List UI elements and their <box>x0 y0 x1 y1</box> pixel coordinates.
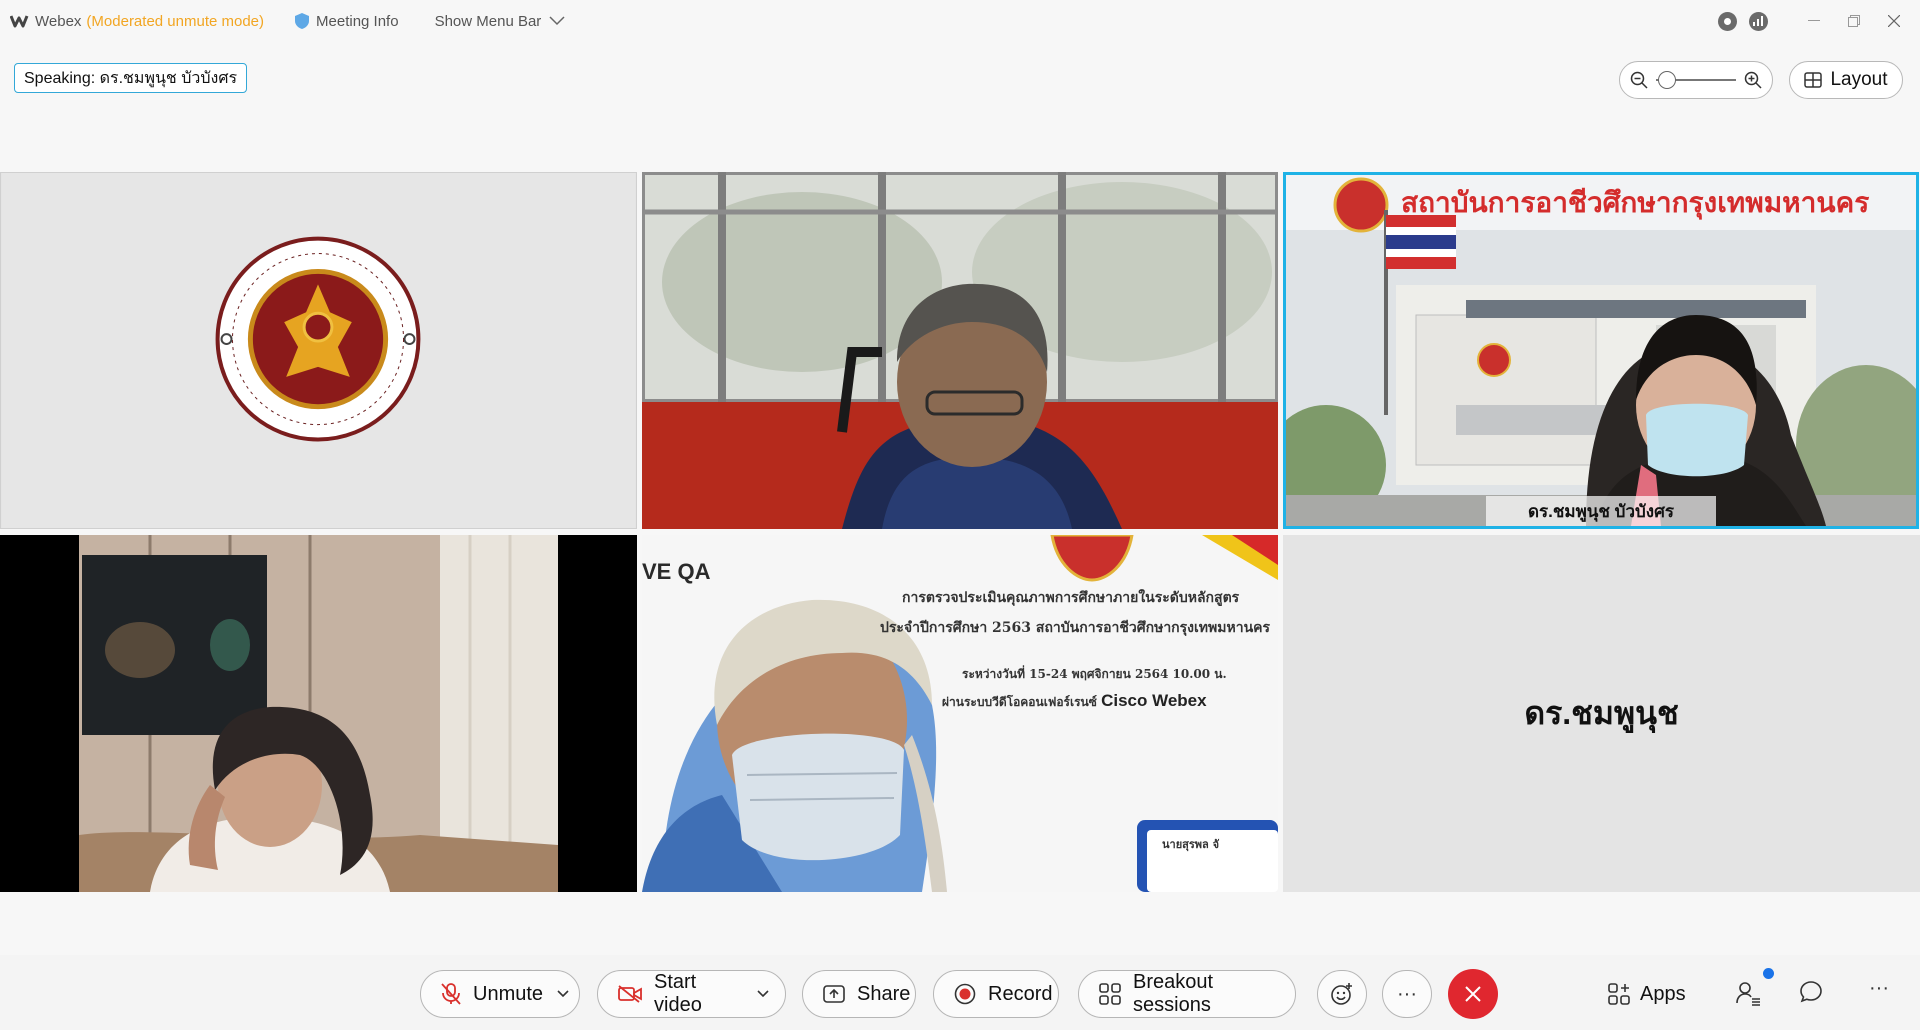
window-controls <box>1718 0 1920 42</box>
breakout-label: Breakout sessions <box>1133 971 1214 1016</box>
microphone-muted-icon <box>441 983 461 1005</box>
layout-label: Layout <box>1830 69 1888 90</box>
chevron-down-icon[interactable] <box>557 990 569 998</box>
participant-video-feed <box>0 535 637 892</box>
presentation-brand: Cisco Webex <box>1101 691 1207 710</box>
apps-label: Apps <box>1640 982 1686 1005</box>
more-options-label: ··· <box>1397 982 1417 1005</box>
presentation-line-1: การตรวจประเมินคุณภาพการศึกษาภายในระดับหล… <box>902 590 1240 606</box>
video-tile-participant-2[interactable] <box>642 172 1278 529</box>
chat-icon <box>1800 981 1822 1003</box>
layout-grid-icon <box>1804 72 1823 88</box>
leave-meeting-button[interactable] <box>1448 969 1498 1019</box>
unmute-label: Unmute <box>473 982 544 1005</box>
apps-button[interactable]: Apps <box>1608 970 1686 1018</box>
network-signal-icon[interactable] <box>1749 11 1768 31</box>
video-tile-participant-6[interactable]: ดร.ชมพูนุช <box>1283 535 1920 892</box>
zoom-out-icon[interactable] <box>1630 71 1648 89</box>
record-icon <box>954 983 976 1005</box>
start-video-label: Start video <box>654 971 702 1016</box>
meeting-info-label: Meeting Info <box>316 12 399 30</box>
app-name: Webex <box>35 12 82 30</box>
zoom-slider[interactable] <box>1656 71 1736 89</box>
video-tile-active-speaker[interactable]: สถาบันการอาชีวศึกษากรุงเทพมหานคร ดร.ชมพู… <box>1283 172 1919 529</box>
participant-video-feed <box>642 172 1278 529</box>
more-options-button[interactable]: ··· <box>1382 970 1432 1018</box>
presentation-line-2: ประจำปีการศึกษา 2563 สถาบันการอาชีวศึกษา… <box>880 620 1271 636</box>
institution-seal-image <box>1 173 636 528</box>
minimize-icon[interactable] <box>1794 6 1834 36</box>
participant-video-feed <box>1286 175 1916 526</box>
close-icon <box>1465 986 1481 1002</box>
chat-button[interactable] <box>1799 980 1823 1004</box>
presentation-line-4: ผ่านระบบวีดีโอคอนเฟอร์เรนซ์ Cisco Webex <box>942 691 1207 712</box>
share-label: Share <box>857 982 911 1005</box>
record-status-icon[interactable] <box>1718 11 1737 31</box>
participants-button[interactable] <box>1735 980 1761 1006</box>
presentation-qa-logo: VE QA <box>642 559 711 584</box>
shield-icon <box>295 13 310 29</box>
breakout-grid-icon <box>1099 983 1121 1005</box>
participants-icon <box>1736 982 1760 1006</box>
video-tile-participant-4[interactable] <box>0 535 637 892</box>
banner-title: สถาบันการอาชีวศึกษากรุงเทพมหานคร <box>1401 187 1870 218</box>
unmute-button[interactable]: Unmute <box>420 970 580 1018</box>
layout-button[interactable]: Layout <box>1789 61 1903 99</box>
record-button[interactable]: Record <box>933 970 1059 1018</box>
video-off-icon <box>618 985 642 1003</box>
chevron-down-icon[interactable] <box>757 990 769 998</box>
participant-name-placeholder: ดร.ชมพูนุช <box>1524 695 1679 731</box>
meeting-controls-bar: Unmute Start video Share Record Breakout… <box>0 955 1920 1030</box>
video-tile-seal[interactable] <box>0 172 637 529</box>
overflow-menu-label: ··· <box>1869 977 1889 999</box>
moderated-mode-label: (Moderated unmute mode) <box>86 12 265 30</box>
title-bar: Webex (Moderated unmute mode) Meeting In… <box>0 0 1920 42</box>
participant-name-label: ดร.ชมพูนุช บัวบังศร <box>1486 496 1716 526</box>
presentation-line-3: ระหว่างวันที่ 15-24 พฤศจิกายน 2564 10.00… <box>962 667 1227 681</box>
show-menu-bar-button[interactable]: Show Menu Bar <box>435 13 566 30</box>
app-title: Webex (Moderated unmute mode) <box>10 13 264 30</box>
speaking-label: Speaking: ดร.ชมพูนุช บัวบังศร <box>24 69 238 87</box>
show-menu-bar-label: Show Menu Bar <box>434 12 542 30</box>
overflow-menu-button[interactable]: ··· <box>1869 977 1889 1000</box>
webex-logo-icon <box>10 15 29 28</box>
meeting-info-button[interactable]: Meeting Info <box>294 12 399 30</box>
reactions-button[interactable] <box>1317 970 1367 1018</box>
speaking-indicator: Speaking: ดร.ชมพูนุช บัวบังศร <box>14 63 248 93</box>
zoom-slider-handle[interactable] <box>1658 71 1676 89</box>
presentation-badge-name: นายสุรพล จั <box>1162 838 1220 851</box>
video-tile-participant-5[interactable]: VE QA การตรวจประเมินคุณภาพการศึกษาภายในร… <box>642 535 1278 892</box>
apps-icon <box>1608 983 1630 1005</box>
close-icon[interactable] <box>1874 6 1914 36</box>
start-video-button[interactable]: Start video <box>597 970 786 1018</box>
record-label: Record <box>988 982 1053 1005</box>
share-icon <box>823 985 845 1003</box>
notification-dot <box>1763 968 1774 979</box>
zoom-in-icon[interactable] <box>1744 71 1762 89</box>
restore-icon[interactable] <box>1834 6 1874 36</box>
breakout-sessions-button[interactable]: Breakout sessions <box>1078 970 1296 1018</box>
presentation-line-4-text: ผ่านระบบวีดีโอคอนเฟอร์เรนซ์ <box>942 695 1097 709</box>
zoom-control[interactable] <box>1619 61 1773 99</box>
chevron-down-icon <box>549 16 565 26</box>
smiley-icon <box>1331 983 1352 1005</box>
share-button[interactable]: Share <box>802 970 916 1018</box>
